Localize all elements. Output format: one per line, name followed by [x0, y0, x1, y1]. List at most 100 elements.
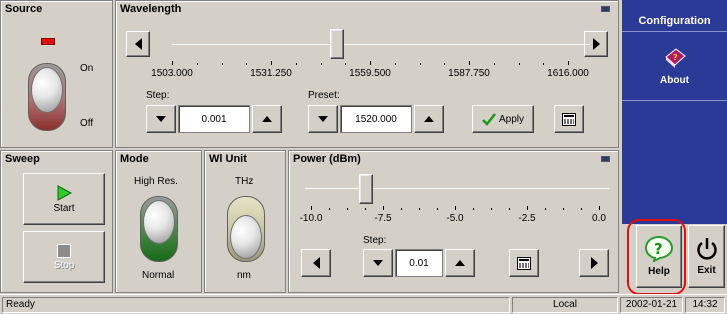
scale-minor-tick: [394, 63, 396, 65]
scale-minor-tick: [437, 208, 438, 210]
mode-toggle-switch[interactable]: [140, 196, 178, 262]
mode-toggle-knob: [143, 200, 175, 244]
power-keypad-button[interactable]: [509, 249, 539, 277]
scale-minor-tick: [221, 63, 223, 65]
wl-unit-nm-label: nm: [237, 270, 251, 281]
help-highlight-ring: [627, 219, 686, 295]
source-title: Source: [5, 3, 43, 15]
power-slider-track[interactable]: [305, 188, 609, 189]
scale-minor-tick: [509, 208, 510, 210]
source-toggle-switch[interactable]: [28, 63, 66, 131]
scale-minor-tick: [545, 208, 546, 210]
checkmark-icon: [482, 113, 496, 126]
scale-minor-tick: [295, 63, 297, 65]
status-bar: Ready Local 2002-01-21 14:32: [0, 294, 727, 314]
wavelength-step-down-button[interactable]: [146, 105, 176, 133]
scale-minor-tick: [563, 208, 564, 210]
status-time: 14:32: [685, 297, 725, 313]
sweep-stop-label: Stop: [53, 259, 75, 271]
source-on-label: On: [80, 63, 94, 74]
sweep-panel: Sweep Start Stop: [0, 150, 113, 293]
arrow-left-icon: [134, 38, 142, 50]
panel-menu-icon[interactable]: [601, 6, 610, 12]
sweep-stop-button[interactable]: Stop: [23, 231, 105, 283]
scale-minor-tick: [419, 208, 420, 210]
scale-major-tick: [568, 61, 569, 65]
wavelength-step-up-button[interactable]: [252, 105, 282, 133]
calculator-icon: [562, 112, 576, 126]
power-scale: -10.0 -7.5 -5.0 -2.5 0.0: [289, 206, 620, 226]
scale-minor-tick: [365, 208, 366, 210]
scale-major-tick: [455, 206, 456, 210]
source-toggle-knob: [31, 67, 63, 113]
scale-tick-label: 1559.500: [349, 68, 391, 79]
configuration-header[interactable]: Configuration: [622, 0, 727, 32]
power-title: Power (dBm): [293, 153, 361, 165]
scale-major-tick: [599, 206, 600, 210]
wl-unit-thz-label: THz: [235, 176, 254, 187]
wavelength-panel: Wavelength 1503.000 1531.250 1559.500 1587.…: [115, 0, 619, 148]
sidebar: Configuration ? About ? Help Exit: [622, 0, 727, 295]
source-panel: Source On Off: [0, 0, 113, 148]
sweep-start-button[interactable]: Start: [23, 173, 105, 225]
power-step-down-button[interactable]: [363, 249, 393, 277]
wl-unit-panel: Wl Unit THz nm: [204, 150, 286, 293]
power-panel: Power (dBm) -10.0 -7.5 -5.0 -2.5 0.0 Step: 0…: [288, 150, 619, 293]
arrow-right-icon: [590, 257, 598, 269]
scale-major-tick: [271, 61, 272, 65]
scale-tick-label: 0.0: [592, 213, 606, 224]
about-book-icon: ?: [664, 48, 686, 68]
scale-minor-tick: [329, 208, 330, 210]
power-slider-thumb[interactable]: [359, 174, 373, 204]
power-icon: [696, 238, 717, 260]
wavelength-scale: 1503.000 1531.250 1559.500 1587.750 1616.000: [116, 61, 620, 81]
scale-minor-tick: [419, 63, 421, 65]
scale-tick-label: 1503.000: [151, 68, 193, 79]
arrow-down-icon: [318, 116, 328, 122]
sweep-title: Sweep: [5, 153, 40, 165]
wavelength-preset-down-button[interactable]: [308, 105, 338, 133]
exit-button[interactable]: Exit: [688, 225, 725, 288]
scale-minor-tick: [196, 63, 198, 65]
scale-major-tick: [383, 206, 384, 210]
wavelength-slider-track[interactable]: [172, 44, 590, 45]
wavelength-decrease-button[interactable]: [126, 31, 150, 57]
power-step-up-button[interactable]: [445, 249, 475, 277]
wavelength-preset-up-button[interactable]: [414, 105, 444, 133]
apply-button[interactable]: Apply: [472, 105, 534, 133]
stop-icon: [57, 243, 71, 258]
status-mode: Local: [512, 297, 618, 313]
wl-unit-title: Wl Unit: [209, 153, 247, 165]
wavelength-step-input[interactable]: 0.001: [178, 105, 250, 133]
arrow-up-icon: [262, 116, 272, 122]
scale-minor-tick: [473, 208, 474, 210]
wavelength-keypad-button[interactable]: [554, 105, 584, 133]
arrow-right-icon: [592, 38, 600, 50]
wl-unit-toggle-knob: [230, 215, 262, 259]
wl-unit-toggle-switch[interactable]: [227, 196, 265, 262]
power-increase-button[interactable]: [579, 249, 609, 277]
wavelength-preset-input[interactable]: 1520.000: [340, 105, 412, 133]
status-date: 2002-01-21: [620, 297, 683, 313]
mode-high-res-label: High Res.: [134, 176, 178, 187]
about-button[interactable]: ? About: [622, 33, 727, 101]
scale-minor-tick: [401, 208, 402, 210]
arrow-up-icon: [455, 260, 465, 266]
sweep-start-label: Start: [53, 202, 75, 214]
source-led-indicator: [41, 38, 55, 45]
scale-minor-tick: [347, 208, 348, 210]
panel-menu-icon[interactable]: [601, 156, 610, 162]
scale-major-tick: [370, 61, 371, 65]
status-text: Ready: [2, 297, 510, 313]
wavelength-slider-thumb[interactable]: [330, 29, 344, 59]
apply-label: Apply: [498, 113, 524, 125]
power-step-label: Step:: [363, 235, 387, 246]
scale-minor-tick: [493, 63, 495, 65]
source-off-label: Off: [80, 118, 94, 129]
power-step-input[interactable]: 0.01: [395, 249, 443, 277]
scale-minor-tick: [246, 63, 248, 65]
svg-text:?: ?: [673, 53, 678, 62]
power-decrease-button[interactable]: [301, 249, 331, 277]
scale-minor-tick: [543, 63, 545, 65]
scale-tick-label: 1587.750: [448, 68, 490, 79]
